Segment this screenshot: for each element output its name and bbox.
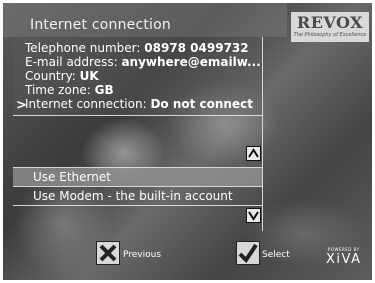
option-use-modem[interactable]: Use Modem - the built-in account [13, 187, 262, 205]
chevron-up-icon [248, 148, 259, 158]
tv-screen: Internet connection REVOX The Philosophy… [3, 3, 372, 280]
previous-button[interactable] [96, 241, 120, 265]
scroll-down-button[interactable] [246, 208, 261, 223]
info-row-telephone: Telephone number: 08978 0499732 [25, 41, 249, 55]
select-button[interactable] [236, 241, 260, 265]
info-value: Do not connect [150, 97, 253, 111]
chevron-down-icon [248, 211, 259, 221]
info-value: UK [79, 69, 99, 83]
info-row-timezone: Time zone: GB [25, 83, 114, 97]
x-icon [99, 244, 117, 262]
info-label: Time zone: [25, 83, 95, 97]
info-label: Telephone number: [25, 41, 145, 55]
previous-label[interactable]: Previous [123, 250, 161, 260]
page-title: Internet connection [30, 17, 171, 33]
info-value: GB [94, 83, 114, 97]
info-row-internet-connection[interactable]: Internet connection: Do not connect [25, 97, 253, 111]
xiva-logo: POWERED BY XiVA [326, 247, 361, 267]
revox-logo: REVOX The Philosophy of Excellence [291, 12, 369, 42]
selection-cursor-icon: > [16, 98, 27, 113]
scroll-up-button[interactable] [246, 146, 261, 161]
xiva-name: XiVA [326, 252, 362, 267]
title-bar: Internet connection [3, 3, 287, 37]
info-label: Internet connection: [25, 97, 151, 111]
info-row-email: E-mail address: anywhere@emailw... [25, 55, 261, 69]
logo-name: REVOX [296, 13, 364, 32]
info-label: E-mail address: [25, 55, 122, 69]
checkmark-icon [238, 243, 258, 264]
logo-tagline: The Philosophy of Excellence [293, 32, 367, 38]
option-use-ethernet[interactable]: Use Ethernet [13, 168, 262, 186]
divider [13, 115, 262, 116]
info-label: Country: [25, 69, 80, 83]
divider [13, 205, 262, 206]
divider-vertical [262, 37, 263, 231]
info-row-country: Country: UK [25, 69, 99, 83]
info-value: anywhere@emailw... [121, 55, 261, 69]
select-label[interactable]: Select [262, 250, 290, 260]
info-value: 08978 0499732 [144, 41, 249, 55]
